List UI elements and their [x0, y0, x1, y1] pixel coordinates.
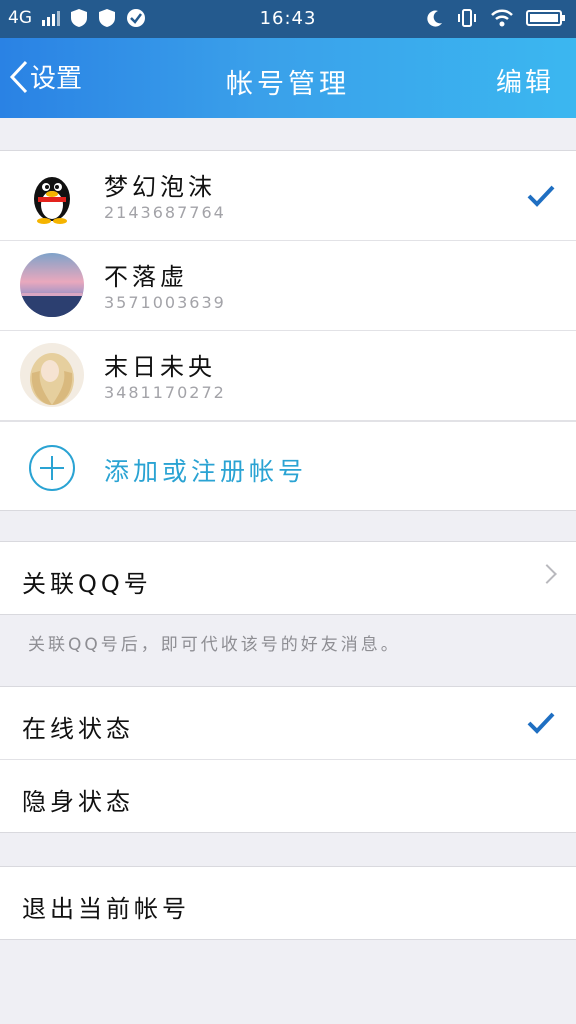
- link-qq-item[interactable]: 关联QQ号: [0, 542, 576, 614]
- navigation-bar: 设置 帐号管理 编辑: [0, 38, 576, 118]
- online-status-group: 在线状态 隐身状态: [0, 686, 576, 833]
- anime-girl-image: [20, 343, 84, 407]
- logout-group: 退出当前帐号: [0, 866, 576, 940]
- avatar: [20, 163, 84, 227]
- logout-label: 退出当前帐号: [22, 895, 190, 923]
- wifi-icon: [491, 9, 513, 27]
- account-item[interactable]: 末日未央 3481170272: [0, 331, 576, 421]
- sunset-sea-image: [20, 253, 84, 317]
- status-option-invisible[interactable]: 隐身状态: [0, 760, 576, 832]
- moon-icon: [427, 10, 442, 27]
- chevron-right-icon: [537, 564, 557, 584]
- checkmark-icon: [527, 185, 555, 207]
- status-bar: 4G 16:43: [0, 0, 576, 38]
- checkmark-icon: [527, 712, 555, 734]
- link-qq-group: 关联QQ号: [0, 541, 576, 615]
- status-option-label: 在线状态: [22, 715, 134, 743]
- status-option-label: 隐身状态: [22, 788, 134, 816]
- qq-penguin-icon: [20, 163, 84, 227]
- vibrate-icon: [458, 9, 476, 27]
- account-number: 2143687764: [104, 203, 226, 222]
- account-name: 梦幻泡沫: [104, 173, 216, 201]
- add-account-button[interactable]: 添加或注册帐号: [0, 422, 576, 510]
- avatar: [20, 253, 84, 317]
- account-item[interactable]: 梦幻泡沫 2143687764: [0, 151, 576, 241]
- page-title: 帐号管理: [226, 69, 350, 100]
- account-name: 末日未央: [104, 353, 216, 381]
- link-qq-label: 关联QQ号: [22, 570, 152, 598]
- logout-button[interactable]: 退出当前帐号: [0, 867, 576, 939]
- add-circle-icon: [29, 445, 75, 491]
- avatar: [20, 343, 84, 407]
- account-number: 3571003639: [104, 293, 226, 312]
- link-qq-note: 关联QQ号后，即可代收该号的好友消息。: [28, 635, 401, 655]
- edit-button[interactable]: 编辑: [496, 62, 554, 99]
- account-name: 不落虚: [104, 263, 188, 291]
- account-item[interactable]: 不落虚 3571003639: [0, 241, 576, 331]
- add-account-label: 添加或注册帐号: [104, 457, 308, 486]
- accounts-list: 梦幻泡沫 2143687764 不落虚 3571003639 末日未央 3481…: [0, 150, 576, 511]
- battery-icon: [526, 10, 565, 26]
- status-option-online[interactable]: 在线状态: [0, 687, 576, 760]
- account-number: 3481170272: [104, 383, 226, 402]
